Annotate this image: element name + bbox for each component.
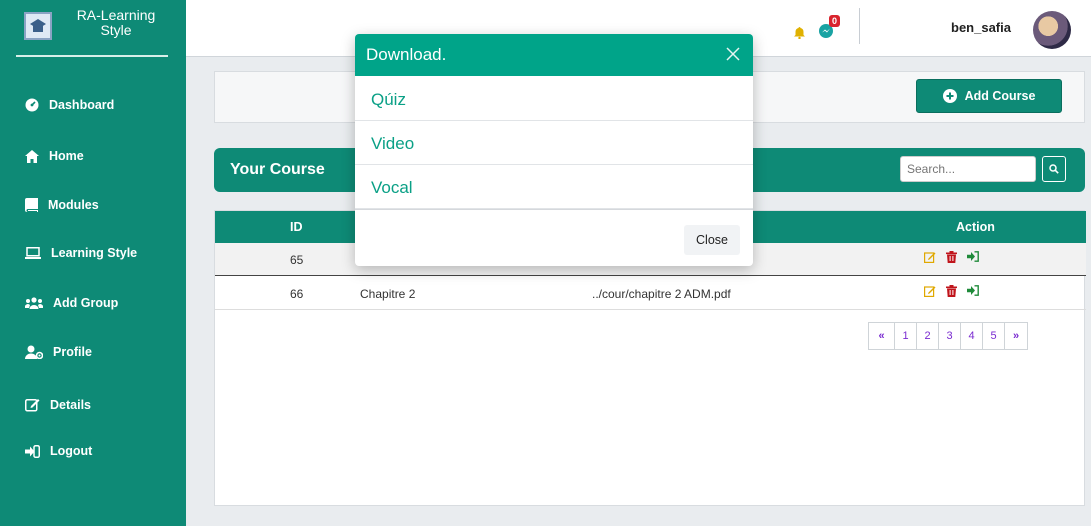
download-modal: Download. Qúiz Video Vocal Close — [355, 34, 753, 266]
download-video-option[interactable]: Video — [355, 121, 753, 165]
modal-footer: Close — [355, 209, 753, 266]
close-button[interactable]: Close — [684, 225, 740, 255]
download-vocal-option[interactable]: Vocal — [355, 165, 753, 209]
close-icon[interactable] — [723, 44, 743, 64]
download-quiz-option[interactable]: Qúiz — [355, 77, 753, 121]
modal-header: Download. — [355, 34, 753, 76]
modal-title: Download. — [366, 45, 447, 64]
